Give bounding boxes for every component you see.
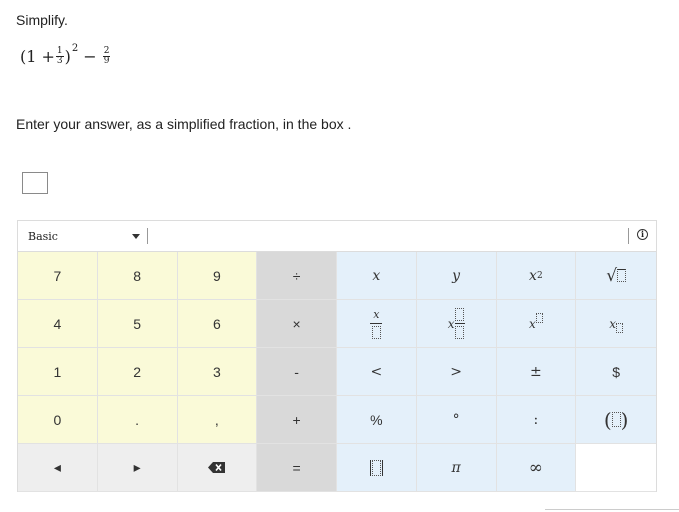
key-less-than[interactable]: < — [337, 348, 417, 396]
key-2[interactable]: 2 — [97, 348, 178, 396]
subscript-base-x: x — [609, 316, 617, 331]
placeholder-box — [371, 326, 381, 339]
key-infinity[interactable]: ∞ — [496, 444, 577, 492]
expr-exponent: 2 — [71, 42, 79, 54]
power-base-x: x — [528, 316, 536, 331]
paren-open: ( — [603, 407, 612, 432]
key-plus-minus[interactable]: ± — [496, 348, 577, 396]
prompt-text: Simplify. — [16, 12, 68, 28]
placeholder-box — [617, 269, 627, 282]
key-left-arrow[interactable]: ◂ — [18, 444, 98, 492]
key-3[interactable]: 3 — [177, 348, 258, 396]
fraction-bar — [454, 323, 465, 324]
key-absolute-value[interactable] — [337, 444, 417, 492]
frac1-numerator: 1 — [55, 45, 64, 57]
instruction-text: Enter your answer, as a simplified fract… — [16, 116, 352, 132]
key-empty — [576, 444, 656, 492]
abs-bar-left — [369, 459, 371, 476]
fraction-one-third: 1 3 — [55, 45, 64, 66]
key-x-squared[interactable]: x2 — [496, 252, 577, 300]
key-minus[interactable]: - — [257, 348, 337, 396]
abs-bar-right — [381, 459, 383, 476]
key-backspace[interactable] — [177, 444, 258, 492]
key-4[interactable]: 4 — [18, 300, 98, 348]
key-subscript[interactable]: x — [576, 300, 656, 348]
sqrt-icon: √ — [606, 265, 618, 286]
math-expression: (1 + 1 3 ) 2 − 2 9 — [20, 40, 111, 72]
keypad-grid: 7 8 9 ÷ x y x2 √ 4 5 6 × x x x x 1 2 3 -… — [18, 252, 656, 492]
backspace-icon — [208, 462, 226, 473]
key-y[interactable]: y — [416, 252, 497, 300]
key-9[interactable]: 9 — [177, 252, 258, 300]
x-squared-base: x — [529, 267, 537, 284]
placeholder-box — [616, 322, 624, 333]
fraction-numerator-x: x — [373, 308, 380, 321]
fraction-bar — [370, 323, 383, 324]
key-times[interactable]: × — [257, 300, 337, 348]
key-greater-than[interactable]: > — [416, 348, 497, 396]
placeholder-box — [535, 312, 543, 323]
keypad-mode-label: Basic — [28, 229, 58, 243]
divider-line — [545, 509, 679, 510]
frac2-numerator: 2 — [102, 45, 111, 57]
mixed-fraction-x: x — [447, 316, 455, 331]
frac2-denominator: 9 — [103, 55, 110, 66]
key-1[interactable]: 1 — [18, 348, 98, 396]
placeholder-box — [371, 459, 381, 476]
key-divide[interactable]: ÷ — [257, 252, 337, 300]
key-6[interactable]: 6 — [177, 300, 258, 348]
key-parentheses[interactable]: () — [576, 396, 656, 444]
expr-open: (1 + — [20, 46, 55, 66]
paren-close: ) — [620, 407, 629, 432]
key-pi[interactable]: π — [416, 444, 497, 492]
key-7[interactable]: 7 — [18, 252, 98, 300]
key-sqrt[interactable]: √ — [576, 252, 656, 300]
mixed-fraction-template-icon — [454, 308, 465, 339]
key-mixed-fraction[interactable]: x — [416, 300, 497, 348]
key-equals[interactable]: = — [257, 444, 337, 492]
placeholder-box — [455, 326, 465, 339]
toolbar-divider — [628, 228, 629, 244]
key-8[interactable]: 8 — [97, 252, 178, 300]
key-fraction[interactable]: x — [337, 300, 417, 348]
answer-input[interactable] — [22, 172, 48, 194]
key-colon[interactable]: : — [496, 396, 577, 444]
toolbar-divider — [147, 228, 148, 244]
key-dollar[interactable]: $ — [576, 348, 656, 396]
keypad-mode-dropdown[interactable]: Basic — [18, 221, 146, 251]
info-icon[interactable]: i — [637, 229, 648, 240]
fraction-template-icon: x — [370, 308, 383, 339]
key-degree[interactable]: ° — [416, 396, 497, 444]
x-squared-exponent: 2 — [536, 270, 543, 281]
math-keypad: Basic i 7 8 9 ÷ x y x2 √ 4 5 6 × x x x x… — [17, 220, 657, 492]
expr-close: ) — [64, 46, 71, 66]
expr-minus: − — [83, 46, 97, 66]
key-power[interactable]: x — [496, 300, 577, 348]
frac1-denominator: 3 — [56, 55, 63, 66]
key-right-arrow[interactable]: ▸ — [97, 444, 178, 492]
chevron-down-icon — [132, 234, 140, 239]
key-comma[interactable]: , — [177, 396, 258, 444]
placeholder-box — [455, 308, 465, 321]
key-0[interactable]: 0 — [18, 396, 98, 444]
fraction-two-ninths: 2 9 — [102, 45, 111, 66]
key-5[interactable]: 5 — [97, 300, 178, 348]
key-plus[interactable]: + — [257, 396, 337, 444]
placeholder-box — [611, 412, 621, 427]
key-x[interactable]: x — [337, 252, 417, 300]
key-percent[interactable]: % — [337, 396, 417, 444]
keypad-toolbar: Basic i — [18, 221, 656, 252]
key-decimal[interactable]: . — [97, 396, 178, 444]
